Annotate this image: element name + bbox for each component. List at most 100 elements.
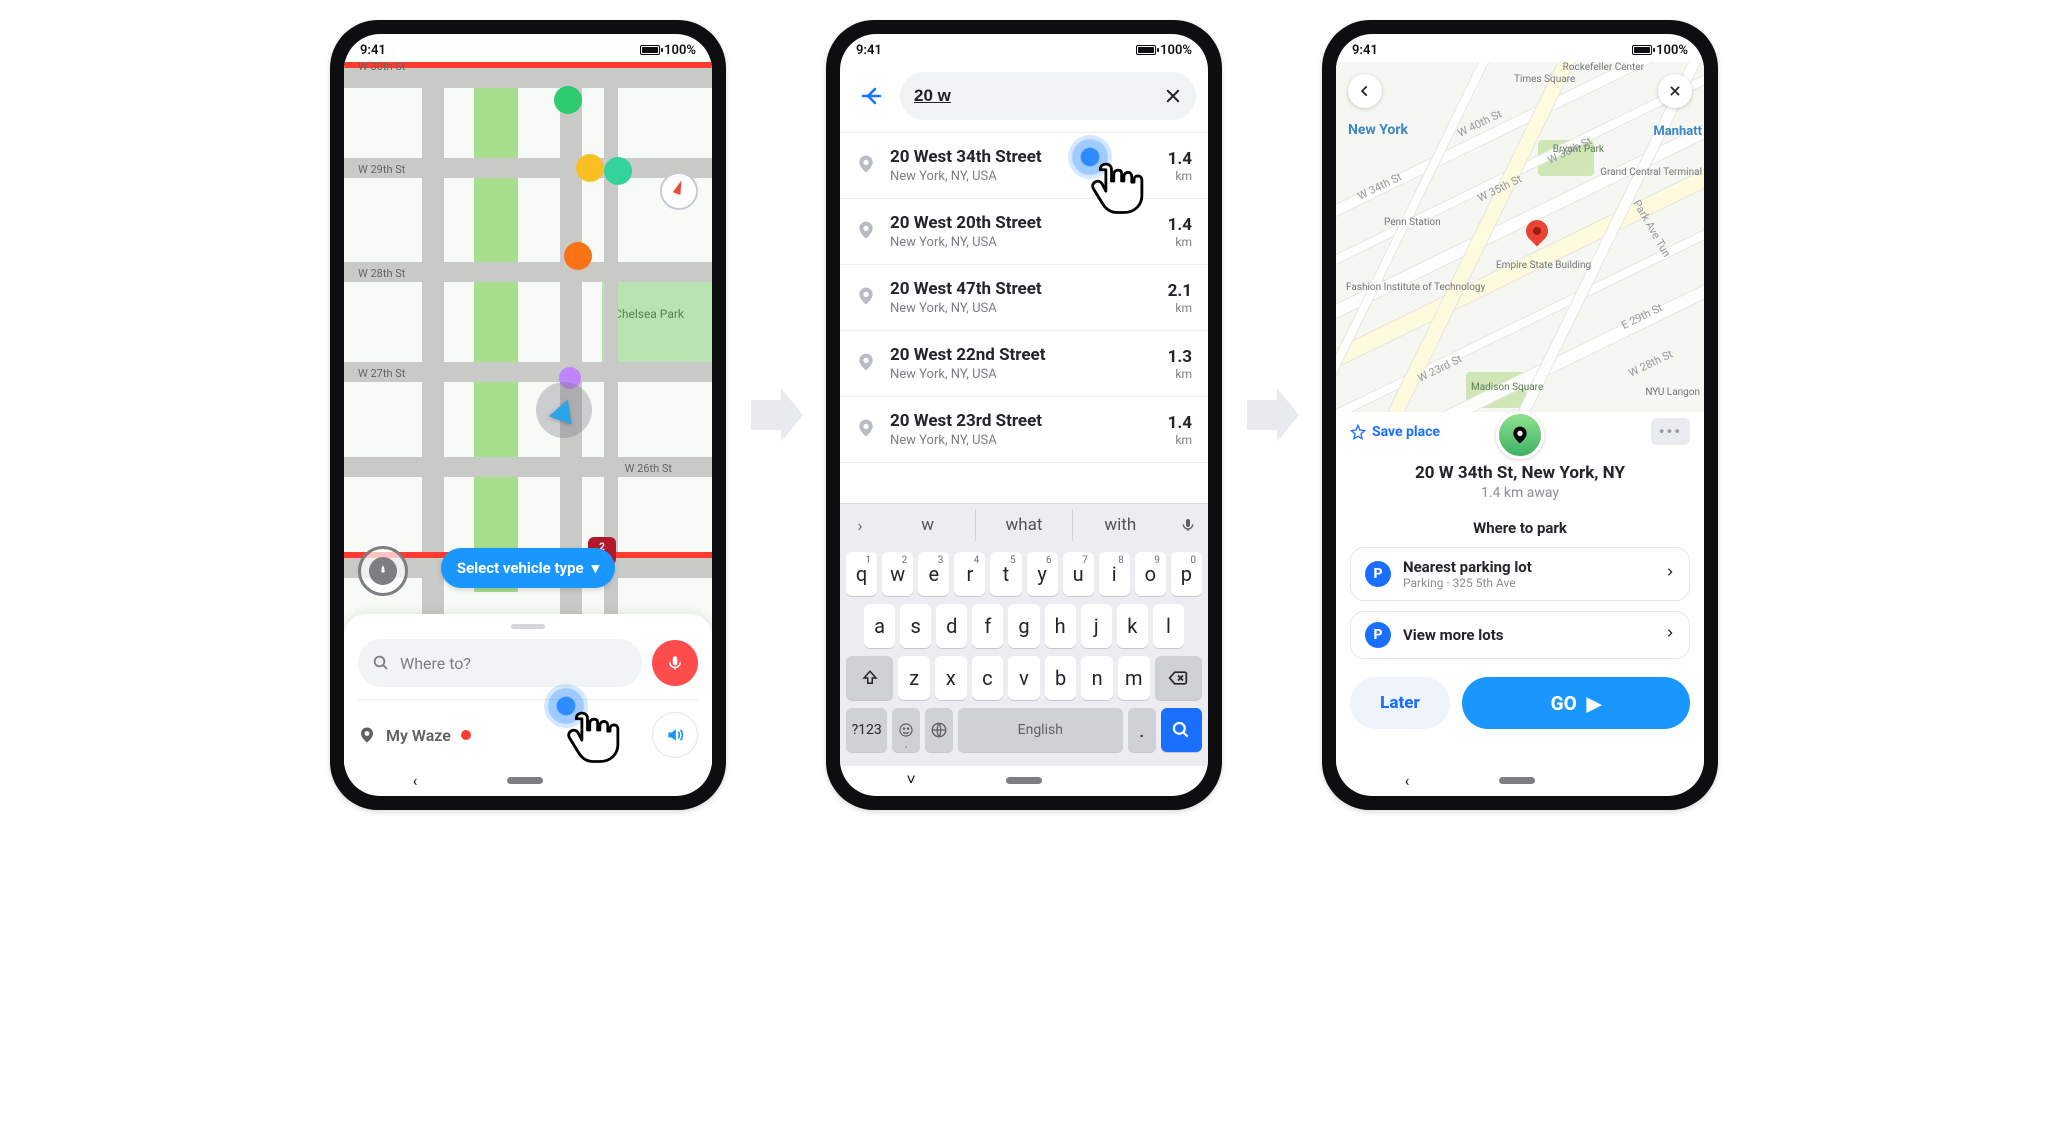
home-map[interactable]: Chelsea Park W 30th St W 29th St W 28th … [344,62,712,766]
shift-key[interactable] [846,656,893,700]
destination-map[interactable]: New York Times Square Rockefeller Center… [1336,62,1704,412]
emoji-key[interactable]: , [892,708,920,752]
result-title: 20 West 23rd Street [890,411,1154,431]
nav-home-pill[interactable] [507,777,543,784]
backspace-icon [1168,668,1188,688]
search-result-item[interactable]: 20 West 34th Street New York, NY, USA 1.… [840,133,1208,199]
search-result-item[interactable]: 20 West 20th Street New York, NY, USA 1.… [840,199,1208,265]
parking-item[interactable]: P Nearest parking lotParking · 325 5th A… [1350,547,1690,601]
key-r[interactable]: 4r [954,552,985,596]
search-result-item[interactable]: 20 West 23rd Street New York, NY, USA 1.… [840,397,1208,463]
suggestion-item[interactable]: what [975,509,1071,541]
key-m[interactable]: m [1118,656,1150,700]
x-icon [1668,84,1682,98]
status-time: 9:41 [360,43,386,58]
label-grand: Grand Central Terminal [1600,167,1702,178]
key-l[interactable]: l [1153,604,1184,648]
search-input[interactable]: Where to? [358,639,642,687]
star-icon [1350,424,1366,440]
parking-badge-icon: P [1365,622,1391,648]
key-k[interactable]: k [1117,604,1148,648]
nav-home-pill[interactable] [1499,777,1535,784]
search-result-item[interactable]: 20 West 47th Street New York, NY, USA 2.… [840,265,1208,331]
nav-back-icon[interactable]: ‹ [413,771,418,790]
label-penn: Penn Station [1384,217,1441,228]
select-vehicle-chip[interactable]: Select vehicle type ▾ [441,548,615,588]
key-g[interactable]: g [1008,604,1039,648]
parking-item[interactable]: P View more lots [1350,611,1690,659]
key-j[interactable]: j [1081,604,1112,648]
key-f[interactable]: f [972,604,1003,648]
voice-search-button[interactable] [652,640,698,686]
key-i[interactable]: 8i [1099,552,1130,596]
shift-icon [861,669,879,687]
key-x[interactable]: x [935,656,967,700]
label-w28: W 28th St [1626,347,1674,379]
search-submit-key[interactable] [1161,708,1202,752]
android-nav-bar: ‹ [1336,766,1704,794]
sheet-grabber[interactable] [511,624,545,629]
key-w[interactable]: 2w [882,552,913,596]
search-text-input[interactable] [914,86,1164,106]
battery-icon [640,45,660,55]
search-icon [1171,720,1191,740]
destination-panel: Save place ••• 20 W 34th St, New York, N… [1336,412,1704,766]
more-menu-button[interactable]: ••• [1651,418,1690,445]
phone-frame-3: 9:41 100% New York Times Square [1322,20,1718,810]
close-button[interactable] [1658,74,1692,108]
sound-button[interactable] [652,712,698,758]
key-z[interactable]: z [898,656,930,700]
search-field[interactable] [900,72,1196,120]
key-o[interactable]: 9o [1135,552,1166,596]
key-v[interactable]: v [1008,656,1040,700]
key-e[interactable]: 3e [918,552,949,596]
key-s[interactable]: s [900,604,931,648]
key-b[interactable]: b [1045,656,1077,700]
later-button[interactable]: Later [1350,677,1450,729]
parking-title: Nearest parking lot [1403,558,1653,576]
kbd-voice-button[interactable] [1168,517,1208,533]
wazer-1 [554,86,582,114]
key-t[interactable]: 5t [990,552,1021,596]
destination-address: 20 W 34th St, New York, NY [1350,463,1690,483]
period-key[interactable]: . [1128,708,1156,752]
map-back-button[interactable] [1348,74,1382,108]
arrow-left-icon [860,84,884,108]
suggestion-item[interactable]: with [1072,509,1168,541]
search-result-item[interactable]: 20 West 22nd Street New York, NY, USA 1.… [840,331,1208,397]
back-button[interactable] [852,84,892,108]
globe-key[interactable] [925,708,953,752]
key-c[interactable]: c [972,656,1004,700]
search-results[interactable]: 20 West 34th Street New York, NY, USA 1.… [840,132,1208,503]
save-place-button[interactable]: Save place [1350,424,1440,440]
go-button[interactable]: GO ▶ [1462,677,1690,729]
mic-icon [666,654,684,672]
label-nyk: New York [1348,122,1408,138]
key-n[interactable]: n [1081,656,1113,700]
clear-button[interactable] [1164,87,1182,105]
park-label: Chelsea Park [614,307,684,321]
key-d[interactable]: d [936,604,967,648]
nav-collapse-icon[interactable]: ˅ [906,770,915,790]
result-unit: km [1168,169,1192,183]
key-y[interactable]: 6y [1027,552,1058,596]
symbols-key[interactable]: ?123 [846,708,887,752]
status-battery: 100% [1656,43,1688,58]
key-u[interactable]: 7u [1063,552,1094,596]
result-distance: 1.4 [1168,215,1192,235]
key-h[interactable]: h [1045,604,1076,648]
my-waze-button[interactable]: My Waze [358,726,471,745]
key-p[interactable]: 0p [1171,552,1202,596]
nav-home-pill[interactable] [1006,777,1042,784]
key-a[interactable]: a [864,604,895,648]
key-q[interactable]: 1q [846,552,877,596]
result-subtitle: New York, NY, USA [890,433,1154,448]
compass-button[interactable] [660,172,698,210]
expand-suggestions[interactable]: › [840,516,880,535]
suggestion-item[interactable]: w [880,509,975,541]
street-w26: W 26th St [625,462,672,475]
statusbar: 9:41 100% [344,38,712,62]
nav-back-icon[interactable]: ‹ [1405,771,1410,790]
backspace-key[interactable] [1155,656,1202,700]
space-key[interactable]: English [958,708,1124,752]
